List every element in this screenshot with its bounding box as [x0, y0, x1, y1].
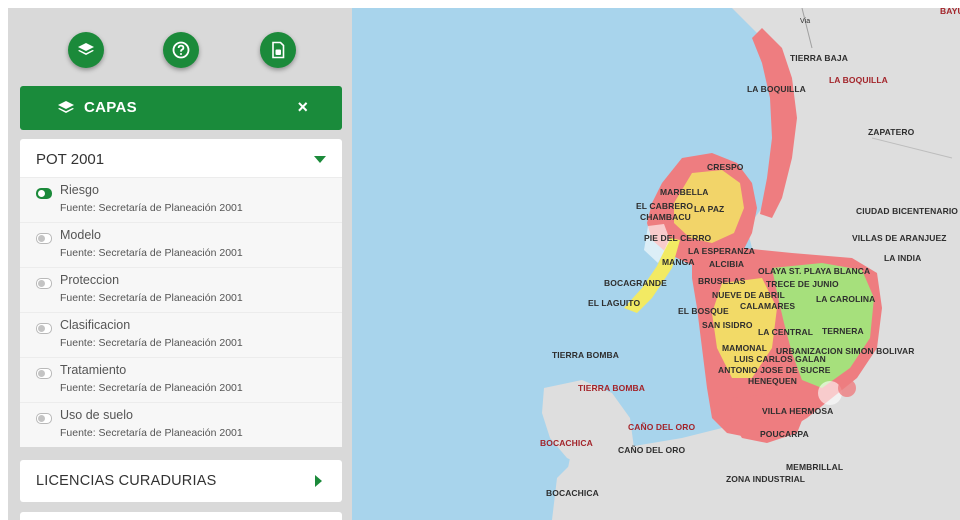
layer-name: Modelo	[60, 228, 101, 242]
toggle-switch[interactable]	[36, 368, 52, 379]
map-label: CAÑO DEL ORO	[618, 445, 686, 455]
map-label: TRECE DE JUNIO	[766, 279, 839, 289]
map-label: ALCIBIA	[709, 259, 745, 269]
map-label: BRUSELAS	[698, 276, 746, 286]
sidebar: CAPAS × POT 2001 Riesgo Fuente: Secretar…	[8, 8, 352, 520]
map-label: CALAMARES	[740, 301, 796, 311]
help-button[interactable]	[163, 32, 199, 68]
pot-header[interactable]: POT 2001	[20, 139, 342, 177]
map-label: LA CENTRAL	[758, 327, 813, 337]
map-label: ZAPATERO	[868, 127, 915, 137]
layer-source: Fuente: Secretaría de Planeación 2001	[60, 382, 243, 394]
next-panel[interactable]	[20, 512, 342, 520]
close-button[interactable]: ×	[297, 97, 308, 118]
capas-title: CAPAS	[84, 99, 137, 116]
layer-name: Proteccion	[60, 273, 120, 287]
map-label: SAN ISIDRO	[702, 320, 753, 330]
layers-icon	[78, 43, 94, 55]
map-label: OLAYA ST. PLAYA BLANCA	[758, 266, 871, 276]
layer-item[interactable]: Uso de suelo Fuente: Secretaría de Plane…	[20, 402, 342, 447]
document-icon	[272, 41, 285, 59]
map-label: LA ESPERANZA	[688, 246, 756, 256]
layer-source: Fuente: Secretaría de Planeación 2001	[60, 292, 243, 304]
map-label: BOCACHICA	[546, 488, 599, 498]
map-label: VILLAS DE ARANJUEZ	[852, 233, 947, 243]
toggle-switch[interactable]	[36, 233, 52, 244]
map-label: TERNERA	[822, 326, 864, 336]
map-label: LA BOQUILLA	[829, 75, 888, 85]
layer-name: Tratamiento	[60, 363, 127, 377]
layer-item[interactable]: Riesgo Fuente: Secretaría de Planeación …	[20, 177, 342, 222]
map-label: ZONA INDUSTRIAL	[726, 474, 806, 484]
layer-source: Fuente: Secretaría de Planeación 2001	[60, 337, 243, 349]
map-label: MANGA	[662, 257, 695, 267]
map-label: BAYUN	[940, 8, 960, 16]
document-button[interactable]	[260, 32, 296, 68]
layer-source: Fuente: Secretaría de Planeación 2001	[60, 202, 243, 214]
layers-icon	[58, 101, 74, 113]
map-label: POUCARPA	[760, 429, 809, 439]
layer-source: Fuente: Secretaría de Planeación 2001	[60, 427, 243, 439]
map-label: TIERRA BOMBA	[578, 383, 645, 393]
toolbar	[8, 32, 352, 72]
map-label: VILLA HERMOSA	[762, 406, 834, 416]
map-marker	[838, 379, 856, 397]
map-view[interactable]: BAYUN Via TIERRA BAJA LA BOQUILLA LA BOQ…	[352, 8, 960, 520]
toggle-switch[interactable]	[36, 413, 52, 424]
pot-panel: POT 2001 Riesgo Fuente: Secretaría de Pl…	[20, 139, 342, 447]
layer-item[interactable]: Tratamiento Fuente: Secretaría de Planea…	[20, 357, 342, 402]
layer-name: Uso de suelo	[60, 408, 133, 422]
map-label: CIUDAD BICENTENARIO	[856, 206, 959, 216]
licencias-panel[interactable]: LICENCIAS CURADURIAS	[20, 460, 342, 502]
map-label: MARBELLA	[660, 187, 709, 197]
map-label: LA CAROLINA	[816, 294, 876, 304]
map-label: LUIS CARLOS GALAN	[734, 354, 826, 364]
map-label: HENEQUEN	[748, 376, 797, 386]
chevron-down-icon	[314, 156, 326, 163]
chevron-right-icon	[315, 475, 322, 487]
help-icon	[172, 41, 190, 59]
map-label: CHAMBACU	[640, 212, 691, 222]
map-label: PIE DEL CERRO	[644, 233, 712, 243]
layer-source: Fuente: Secretaría de Planeación 2001	[60, 247, 243, 259]
map-label: ANTONIO JOSE DE SUCRE	[718, 365, 831, 375]
map-label: NUEVE DE ABRIL	[712, 290, 785, 300]
map-label: CAÑO DEL ORO	[628, 422, 696, 432]
toggle-switch[interactable]	[36, 188, 52, 199]
app-window: CAPAS × POT 2001 Riesgo Fuente: Secretar…	[8, 8, 960, 520]
map-label: TIERRA BOMBA	[552, 350, 619, 360]
layer-item[interactable]: Clasificacion Fuente: Secretaría de Plan…	[20, 312, 342, 357]
map-label: MAMONAL	[722, 343, 768, 353]
layer-item[interactable]: Proteccion Fuente: Secretaría de Planeac…	[20, 267, 342, 312]
map-label: CRESPO	[707, 162, 744, 172]
map-label: Via	[800, 18, 811, 25]
licencias-title: LICENCIAS CURADURIAS	[36, 473, 217, 489]
layer-item[interactable]: Modelo Fuente: Secretaría de Planeación …	[20, 222, 342, 267]
map-label: EL CABRERO	[636, 201, 694, 211]
map-label: EL BOSQUE	[678, 306, 729, 316]
layers-button[interactable]	[68, 32, 104, 68]
map-label: LA PAZ	[694, 204, 725, 214]
map-label: LA BOQUILLA	[747, 84, 806, 94]
map-label: LA INDIA	[884, 253, 922, 263]
map-label: BOCACHICA	[540, 438, 593, 448]
capas-header[interactable]: CAPAS ×	[20, 86, 342, 130]
layer-name: Riesgo	[60, 183, 99, 197]
map-marker	[818, 381, 842, 405]
toggle-switch[interactable]	[36, 323, 52, 334]
map-label: MEMBRILLAL	[786, 462, 844, 472]
layer-name: Clasificacion	[60, 318, 131, 332]
map-label: BOCAGRANDE	[604, 278, 667, 288]
toggle-switch[interactable]	[36, 278, 52, 289]
pot-title: POT 2001	[36, 151, 105, 168]
map-label: TIERRA BAJA	[790, 53, 848, 63]
map-label: EL LAGUITO	[588, 298, 641, 308]
